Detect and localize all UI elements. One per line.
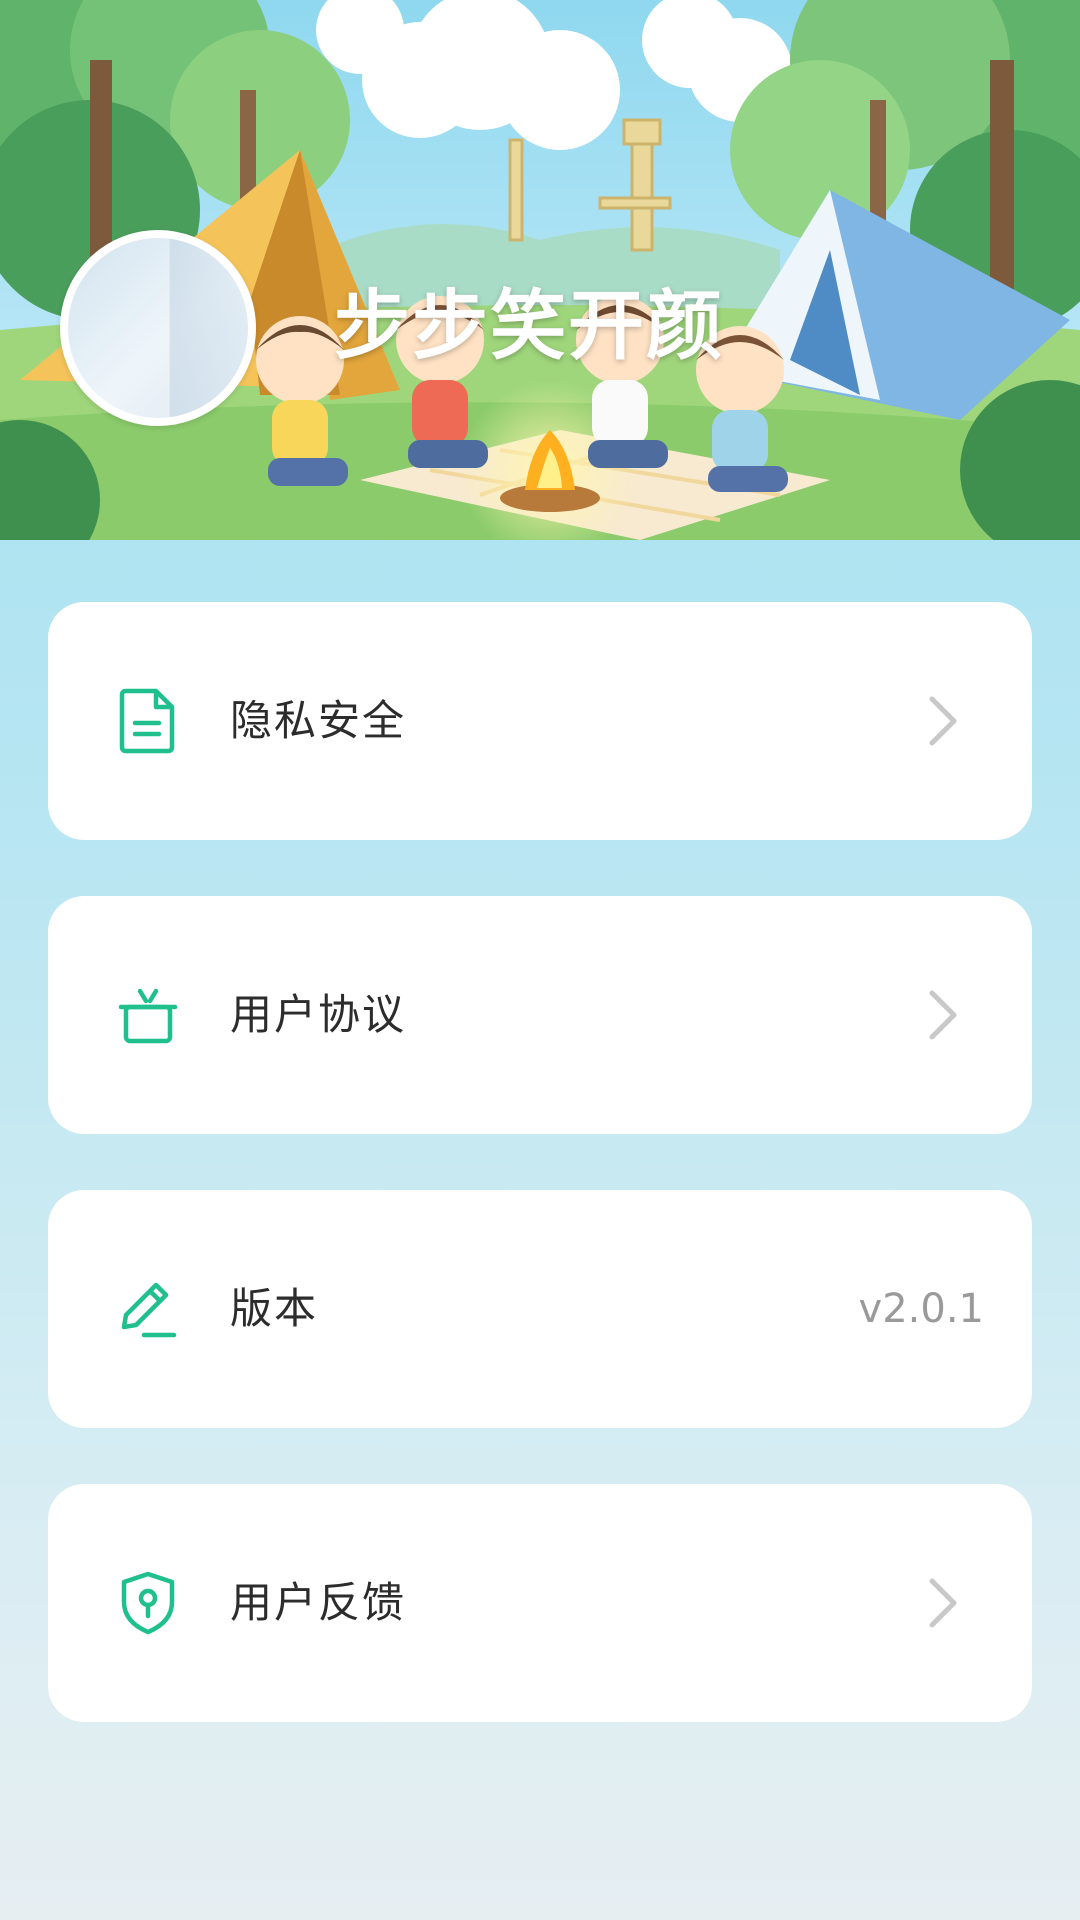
chevron-right-icon — [924, 693, 960, 749]
menu-item-privacy-security[interactable]: 隐私安全 — [48, 602, 1032, 840]
menu-item-version[interactable]: 版本 v2.0.1 — [48, 1190, 1032, 1428]
avatar[interactable] — [60, 230, 256, 426]
header-banner: 步步笑开颜 — [0, 0, 1080, 540]
menu-item-label: 隐私安全 — [230, 696, 407, 745]
settings-menu: 隐私安全 用户协议 版本 v2.0.1 用户反馈 — [48, 602, 1032, 1778]
chevron-right-icon — [924, 1575, 960, 1631]
version-value: v2.0.1 — [858, 1286, 984, 1332]
chevron-right-icon — [924, 987, 960, 1043]
edit-pen-icon — [112, 1273, 184, 1345]
menu-item-label: 用户协议 — [230, 990, 407, 1039]
shield-key-icon — [112, 1567, 184, 1639]
menu-item-label: 版本 — [230, 1284, 319, 1333]
menu-item-label: 用户反馈 — [230, 1578, 407, 1627]
gift-box-icon — [112, 979, 184, 1051]
menu-item-user-feedback[interactable]: 用户反馈 — [48, 1484, 1032, 1722]
document-icon — [112, 685, 184, 757]
menu-item-user-agreement[interactable]: 用户协议 — [48, 896, 1032, 1134]
app-title: 步步笑开颜 — [334, 281, 724, 370]
